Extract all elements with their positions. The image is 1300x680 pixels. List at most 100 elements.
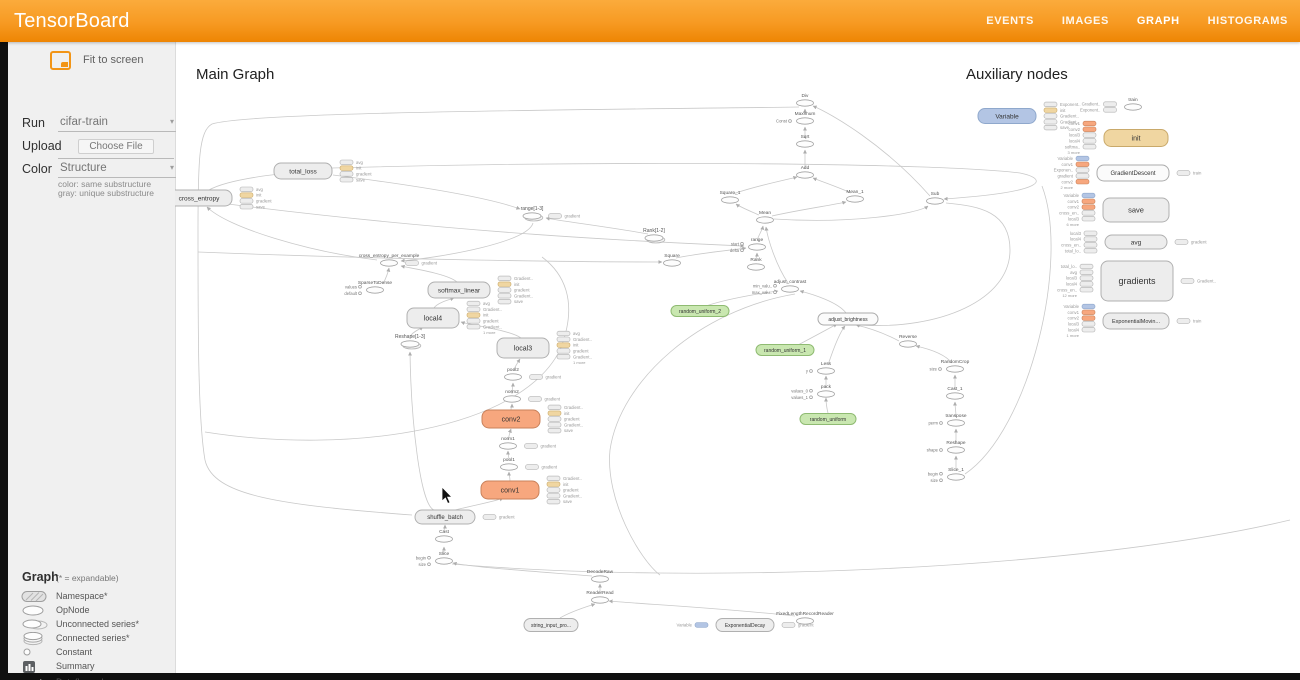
graph-node-rank12[interactable]: Rank[1-2] bbox=[643, 228, 665, 243]
satellite-pill[interactable] bbox=[1082, 310, 1095, 315]
graph-node-Reverse[interactable]: Reverse bbox=[899, 334, 917, 347]
constant-node[interactable] bbox=[940, 479, 943, 482]
choose-file-button[interactable]: Choose File bbox=[78, 139, 153, 154]
graph-node-transpose[interactable]: transposeperm bbox=[928, 413, 966, 426]
satellite-pill[interactable] bbox=[548, 411, 561, 416]
graph-node-pack[interactable]: packvalues_0values_1 bbox=[791, 384, 834, 400]
graph-node-Rank[interactable]: Rank bbox=[748, 257, 765, 270]
upload-file-input[interactable]: Choose File bbox=[58, 137, 174, 159]
graph-node-reshape13[interactable]: Reshape[1-3] bbox=[395, 334, 426, 349]
graph-node-softmax_linear[interactable]: softmax_linearGradient..initgradientGrad… bbox=[428, 276, 533, 304]
graph-node-random_uniform_2[interactable]: random_uniform_2 bbox=[671, 306, 729, 317]
satellite-pill[interactable] bbox=[1044, 120, 1057, 125]
graph-node-adjust_brightness[interactable]: adjust_brightness bbox=[818, 313, 878, 325]
satellite-pill[interactable] bbox=[548, 423, 561, 428]
satellite-pill[interactable] bbox=[1083, 144, 1096, 149]
satellite-pill[interactable] bbox=[1084, 248, 1097, 253]
satellite-pill[interactable] bbox=[557, 337, 570, 342]
graph-node-Div[interactable]: Div bbox=[797, 93, 814, 106]
satellite-pill[interactable] bbox=[1044, 108, 1057, 113]
satellite-pill[interactable] bbox=[529, 397, 542, 402]
satellite-pill[interactable] bbox=[1084, 243, 1097, 248]
satellite-pill[interactable] bbox=[1082, 327, 1095, 332]
satellite-pill[interactable] bbox=[548, 405, 561, 410]
satellite-pill[interactable] bbox=[340, 177, 353, 182]
satellite-pill[interactable] bbox=[240, 187, 253, 192]
satellite-pill[interactable] bbox=[1044, 102, 1057, 107]
satellite-pill[interactable] bbox=[547, 494, 560, 499]
graph-node-Square_1[interactable]: Square_1 bbox=[720, 190, 741, 203]
fit-to-screen-label[interactable]: Fit to screen bbox=[83, 54, 144, 66]
constant-node[interactable] bbox=[774, 291, 777, 294]
graph-node-Sub[interactable]: Sub bbox=[927, 191, 944, 204]
satellite-pill[interactable] bbox=[467, 301, 480, 306]
graph-node-random_uniform[interactable]: random_uniform bbox=[800, 414, 856, 425]
graph-canvas[interactable]: total_lossavginitgradientsavecross_entro… bbox=[175, 42, 1300, 673]
satellite-pill[interactable] bbox=[1175, 240, 1188, 245]
graph-node-range[interactable]: rangestartdelta bbox=[730, 237, 766, 253]
satellite-pill[interactable] bbox=[1044, 125, 1057, 130]
satellite-pill[interactable] bbox=[1083, 133, 1096, 138]
color-select[interactable]: Structure ▾ bbox=[58, 160, 176, 178]
satellite-pill[interactable] bbox=[1084, 231, 1097, 236]
satellite-pill[interactable] bbox=[1076, 179, 1089, 184]
graph-node-aux_Variable[interactable]: VariableExponent..initGradient..Gradient… bbox=[978, 102, 1081, 130]
graph-node-Square[interactable]: Square bbox=[664, 253, 681, 266]
constant-node[interactable] bbox=[940, 449, 943, 452]
constant-node[interactable] bbox=[428, 563, 431, 566]
graph-node-aux_init[interactable]: initconv1conv2local3local4softma..3 more bbox=[1065, 121, 1168, 155]
satellite-pill[interactable] bbox=[498, 294, 511, 299]
satellite-pill[interactable] bbox=[1104, 102, 1117, 107]
satellite-pill[interactable] bbox=[498, 288, 511, 293]
satellite-pill[interactable] bbox=[406, 261, 419, 266]
satellite-pill[interactable] bbox=[1177, 171, 1190, 176]
constant-node[interactable] bbox=[940, 422, 943, 425]
satellite-pill[interactable] bbox=[1044, 114, 1057, 119]
satellite-pill[interactable] bbox=[498, 276, 511, 281]
satellite-pill[interactable] bbox=[1076, 174, 1089, 179]
constant-node[interactable] bbox=[789, 120, 792, 123]
graph-node-pool1[interactable]: pool1gradient bbox=[501, 457, 558, 470]
constant-node[interactable] bbox=[810, 389, 813, 392]
graph-node-Slice_1[interactable]: Slice_1beginsize bbox=[928, 467, 965, 483]
constant-node[interactable] bbox=[810, 396, 813, 399]
graph-node-local3[interactable]: local3avgGradient..initgradientGradient.… bbox=[497, 331, 592, 365]
graph-node-RandomCrop[interactable]: RandomCropsize bbox=[930, 359, 970, 372]
constant-node[interactable] bbox=[741, 249, 744, 252]
graph-node-Cast[interactable]: Cast bbox=[436, 529, 453, 542]
constant-node[interactable] bbox=[774, 284, 777, 287]
graph-node-aux_gradients[interactable]: gradientsGradient..total_lo..avglocal3lo… bbox=[1057, 261, 1216, 301]
satellite-pill[interactable] bbox=[1076, 156, 1089, 161]
satellite-pill[interactable] bbox=[1084, 237, 1097, 242]
graph-node-adjust_contrast[interactable]: adjust_contrastmin_valu..max_valu.. bbox=[752, 279, 807, 295]
graph-node-conv2[interactable]: conv2Gradient..initgradientGradient..sav… bbox=[482, 405, 583, 433]
satellite-pill[interactable] bbox=[1082, 322, 1095, 327]
satellite-pill[interactable] bbox=[547, 499, 560, 504]
graph-node-aux_train[interactable]: trainGradient..Exponent.. bbox=[1080, 97, 1142, 113]
constant-node[interactable] bbox=[940, 472, 943, 475]
satellite-pill[interactable] bbox=[1076, 168, 1089, 173]
graph-node-Maximum[interactable]: MaximumConst bbox=[776, 111, 815, 124]
graph-node-pool2[interactable]: pool2gradient bbox=[505, 367, 562, 380]
satellite-pill[interactable] bbox=[1080, 276, 1093, 281]
graph-node-Add[interactable]: Add bbox=[797, 165, 814, 178]
satellite-pill[interactable] bbox=[340, 166, 353, 171]
graph-node-Less[interactable]: Lessy bbox=[806, 361, 835, 374]
graph-node-aux_ExponentialMovin[interactable]: ExponentialMovin...trainVariableconv1con… bbox=[1064, 304, 1202, 338]
graph-node-aux_avg[interactable]: avggradientlocal3local4cross_en..total_l… bbox=[1061, 231, 1207, 253]
graph-node-shuffle_batch[interactable]: shuffle_batchgradient bbox=[415, 510, 515, 524]
graph-node-norm2[interactable]: norm2gradient bbox=[504, 389, 561, 402]
graph-node-Cast_1[interactable]: Cast_1 bbox=[947, 386, 964, 399]
satellite-pill[interactable] bbox=[1082, 316, 1095, 321]
satellite-pill[interactable] bbox=[557, 331, 570, 336]
constant-node[interactable] bbox=[359, 285, 362, 288]
graph-node-Reshape[interactable]: Reshapeshape bbox=[927, 440, 966, 453]
satellite-pill[interactable] bbox=[1104, 108, 1117, 113]
fit-to-screen-icon[interactable] bbox=[50, 51, 71, 70]
satellite-pill[interactable] bbox=[557, 343, 570, 348]
graph-node-aux_GradientDescent[interactable]: GradientDescenttrainVariableconv1Exponen… bbox=[1054, 156, 1202, 190]
satellite-pill[interactable] bbox=[340, 160, 353, 165]
satellite-pill[interactable] bbox=[467, 319, 480, 324]
tab-graph[interactable]: GRAPH bbox=[1137, 15, 1180, 27]
satellite-pill[interactable] bbox=[1080, 287, 1093, 292]
